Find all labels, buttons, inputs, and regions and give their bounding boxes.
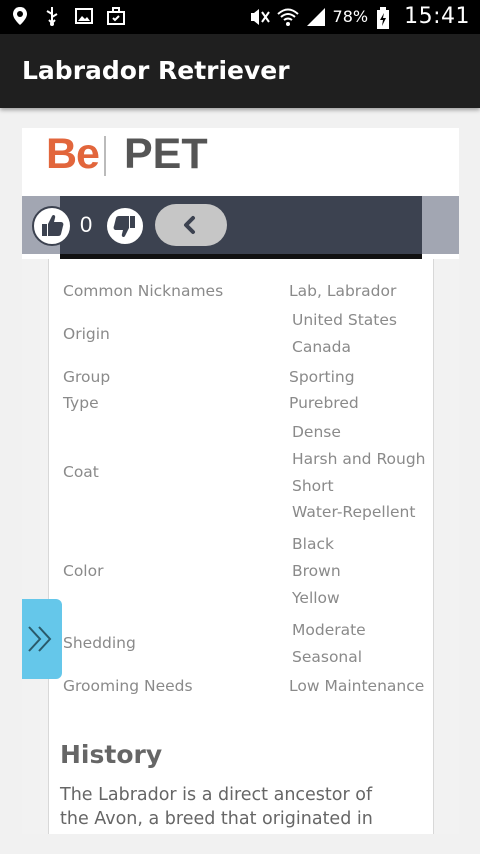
usb-icon [42, 6, 62, 26]
site-header: Be PET [22, 128, 459, 196]
wifi-icon [276, 7, 299, 27]
detail-label: Group [63, 368, 111, 386]
mute-icon [249, 7, 270, 27]
detail-value: Canada [292, 338, 351, 356]
dislike-button[interactable] [105, 206, 145, 246]
thumbs-up-icon [42, 214, 64, 236]
detail-value: Black [292, 535, 334, 553]
detail-label: Origin [63, 325, 110, 343]
logo-pet-text: PET [124, 130, 208, 178]
history-paragraph: The Labrador is a direct ancestor of the… [60, 783, 420, 831]
thumbs-down-icon [113, 216, 135, 238]
content-margin-right [433, 259, 459, 834]
detail-value: Brown [292, 562, 341, 580]
detail-label: Shedding [63, 634, 136, 652]
status-bar: 78% 15:41 [0, 0, 480, 34]
content-border-left [48, 259, 49, 834]
detail-label: Type [63, 394, 99, 412]
app-bar: Labrador Retriever [0, 34, 480, 108]
detail-label: Grooming Needs [63, 677, 193, 695]
history-line: the Avon, a breed that originated in [60, 809, 373, 829]
like-button[interactable] [32, 206, 72, 246]
detail-value: Low Maintenance [289, 677, 425, 695]
detail-value: Yellow [292, 589, 340, 607]
history-line: The Labrador is a direct ancestor of [60, 785, 373, 805]
briefcase-icon [106, 6, 126, 26]
detail-value: Short [292, 477, 334, 495]
detail-value: Sporting [289, 368, 355, 386]
detail-value: Harsh and Rough [292, 450, 426, 468]
logo-be-text: Be [46, 130, 100, 178]
detail-label: Common Nicknames [63, 282, 224, 300]
detail-value: United States [292, 311, 397, 329]
webview-content[interactable]: Be PET 0 Common Nicknames Lab, Labrador … [22, 128, 459, 834]
vote-bar-edge-right [422, 196, 459, 254]
detail-value: Water-Repellent [292, 503, 416, 521]
history-heading: History [60, 740, 163, 769]
detail-value: Purebred [289, 394, 359, 412]
image-icon [74, 6, 94, 26]
detail-value: Lab, Labrador [289, 282, 397, 300]
battery-percent: 78% [332, 7, 369, 26]
detail-label: Coat [63, 463, 99, 481]
back-button[interactable] [155, 204, 227, 246]
detail-value: Seasonal [292, 648, 363, 666]
battery-icon [376, 6, 396, 29]
chevron-left-icon [184, 216, 195, 234]
detail-value: Dense [292, 423, 341, 441]
vote-count: 0 [80, 212, 93, 237]
detail-label: Color [63, 562, 104, 580]
clock: 15:41 [404, 4, 470, 29]
logo-divider [104, 136, 106, 176]
vote-bar-underline [60, 254, 422, 259]
expand-drawer-tab[interactable] [22, 599, 62, 679]
content-border-right [433, 259, 434, 834]
detail-value: Moderate [292, 621, 366, 639]
location-icon [10, 6, 30, 26]
page-title: Labrador Retriever [22, 56, 290, 85]
content-margin-left [22, 259, 49, 834]
double-chevron-right-icon [28, 626, 52, 652]
signal-icon [305, 7, 325, 27]
